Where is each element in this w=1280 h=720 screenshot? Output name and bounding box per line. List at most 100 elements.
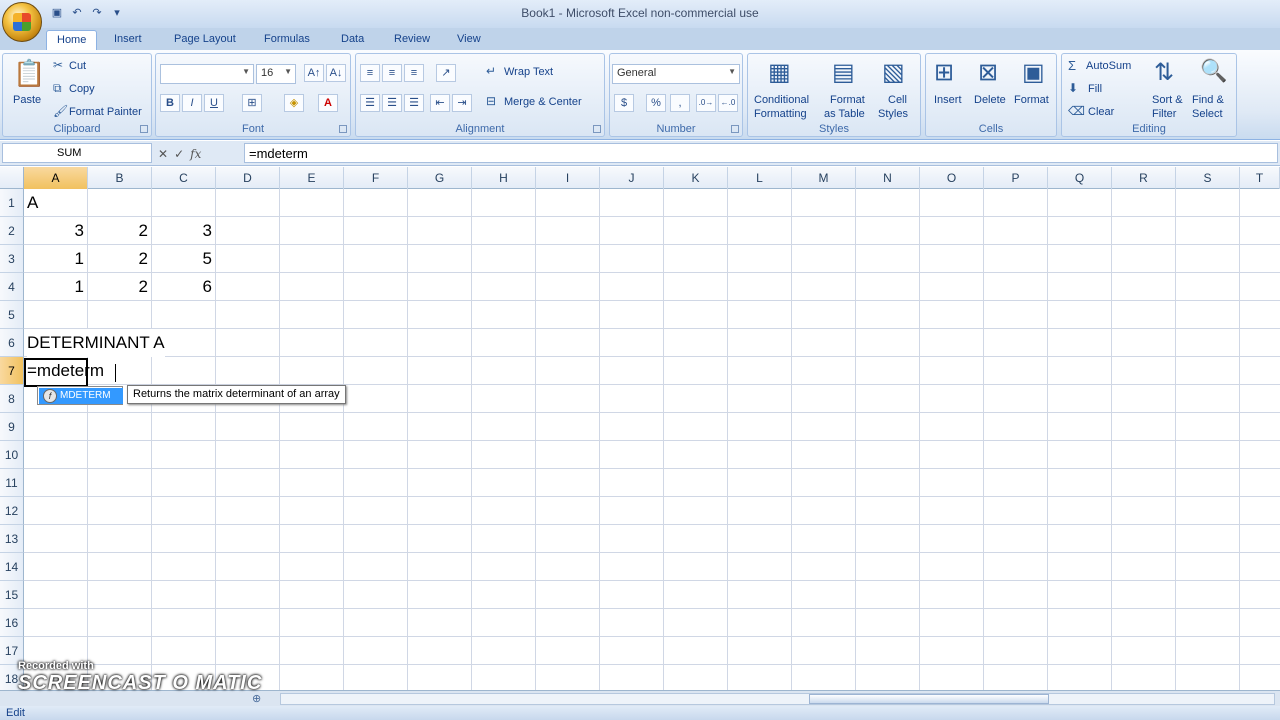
row-header-16[interactable]: 16 xyxy=(0,609,24,637)
tab-data[interactable]: Data xyxy=(331,30,374,50)
copy-button[interactable]: Copy xyxy=(69,83,95,95)
cell-a7[interactable]: =mdeterm xyxy=(27,357,104,385)
clipboard-launcher[interactable] xyxy=(140,125,148,133)
redo-icon[interactable]: ↷ xyxy=(90,6,104,20)
merge-center-button[interactable]: Merge & Center xyxy=(504,96,582,108)
row-header-15[interactable]: 15 xyxy=(0,581,24,609)
borders-button[interactable]: ⊞ xyxy=(242,94,262,112)
cell-a4[interactable]: 1 xyxy=(24,273,88,301)
cell-styles-label-1[interactable]: Cell xyxy=(888,94,907,106)
increase-decimal-button[interactable]: .0→ xyxy=(696,94,716,112)
tab-home[interactable]: Home xyxy=(46,30,98,50)
cell-c4[interactable]: 6 xyxy=(152,273,216,301)
format-cells-button[interactable]: Format xyxy=(1014,94,1049,106)
autocomplete-item-mdeterm[interactable]: f MDETERM xyxy=(39,388,123,404)
row-header-12[interactable]: 12 xyxy=(0,497,24,525)
column-header-h[interactable]: H xyxy=(472,167,536,189)
tab-view[interactable]: View xyxy=(447,30,491,50)
increase-indent-button[interactable]: ⇥ xyxy=(452,94,472,112)
conditional-formatting-label-1[interactable]: Conditional xyxy=(754,94,809,106)
number-launcher[interactable] xyxy=(731,125,739,133)
worksheet-grid[interactable]: A B C D E F G H I J K L M N O P Q R S T … xyxy=(0,167,1280,690)
delete-cells-button[interactable]: Delete xyxy=(974,94,1006,106)
column-header-c[interactable]: C xyxy=(152,167,216,189)
underline-button[interactable]: U xyxy=(204,94,224,112)
decrease-decimal-button[interactable]: ←.0 xyxy=(718,94,738,112)
save-icon[interactable]: ▣ xyxy=(50,6,64,20)
column-header-n[interactable]: N xyxy=(856,167,920,189)
select-all-corner[interactable] xyxy=(0,167,24,189)
paste-icon[interactable]: 📋 xyxy=(13,58,45,89)
insert-function-icon[interactable]: fx xyxy=(190,147,201,161)
row-header-14[interactable]: 14 xyxy=(0,553,24,581)
font-size-combo[interactable]: 16 ▼ xyxy=(256,64,296,84)
alignment-launcher[interactable] xyxy=(593,125,601,133)
column-header-k[interactable]: K xyxy=(664,167,728,189)
format-painter-button[interactable]: Format Painter xyxy=(69,106,142,118)
cell-a2[interactable]: 3 xyxy=(24,217,88,245)
column-header-q[interactable]: Q xyxy=(1048,167,1112,189)
autosum-button[interactable]: AutoSum xyxy=(1086,60,1131,72)
cell-b3[interactable]: 2 xyxy=(88,245,152,273)
row-header-5[interactable]: 5 xyxy=(0,301,24,329)
align-middle-button[interactable]: ≡ xyxy=(382,64,402,82)
shrink-font-button[interactable]: A↓ xyxy=(326,64,346,82)
align-center-button[interactable]: ☰ xyxy=(382,94,402,112)
row-header-13[interactable]: 13 xyxy=(0,525,24,553)
column-header-s[interactable]: S xyxy=(1176,167,1240,189)
cut-button[interactable]: Cut xyxy=(69,60,86,72)
office-button[interactable] xyxy=(2,2,42,42)
column-header-o[interactable]: O xyxy=(920,167,984,189)
italic-button[interactable]: I xyxy=(182,94,202,112)
cell-b2[interactable]: 2 xyxy=(88,217,152,245)
enter-icon[interactable]: ✓ xyxy=(174,147,184,161)
tab-formulas[interactable]: Formulas xyxy=(254,30,320,50)
column-header-f[interactable]: F xyxy=(344,167,408,189)
horizontal-scroll-thumb[interactable] xyxy=(809,694,1049,704)
cell-c2[interactable]: 3 xyxy=(152,217,216,245)
accounting-format-button[interactable]: $ xyxy=(614,94,634,112)
row-header-1[interactable]: 1 xyxy=(0,189,24,217)
column-header-b[interactable]: B xyxy=(88,167,152,189)
clear-button[interactable]: Clear xyxy=(1088,106,1114,118)
column-header-p[interactable]: P xyxy=(984,167,1048,189)
comma-button[interactable]: , xyxy=(670,94,690,112)
row-header-11[interactable]: 11 xyxy=(0,469,24,497)
sort-filter-label-2[interactable]: Filter xyxy=(1152,108,1176,120)
column-header-m[interactable]: M xyxy=(792,167,856,189)
column-header-e[interactable]: E xyxy=(280,167,344,189)
row-header-4[interactable]: 4 xyxy=(0,273,24,301)
font-name-combo[interactable]: ▼ xyxy=(160,64,254,84)
orientation-button[interactable]: ↗ xyxy=(436,64,456,82)
format-as-table-label-2[interactable]: as Table xyxy=(824,108,865,120)
font-color-button[interactable]: A xyxy=(318,94,338,112)
row-header-2[interactable]: 2 xyxy=(0,217,24,245)
tab-page-layout[interactable]: Page Layout xyxy=(164,30,246,50)
row-header-3[interactable]: 3 xyxy=(0,245,24,273)
sort-filter-label-1[interactable]: Sort & xyxy=(1152,94,1183,106)
name-box[interactable]: SUM xyxy=(2,143,152,163)
insert-cells-button[interactable]: Insert xyxy=(934,94,962,106)
cell-a6[interactable]: DETERMINANT A xyxy=(27,329,165,357)
column-header-l[interactable]: L xyxy=(728,167,792,189)
customize-toolbar-icon[interactable]: ▾ xyxy=(110,6,124,20)
formula-input[interactable]: =mdeterm xyxy=(244,143,1278,163)
column-header-d[interactable]: D xyxy=(216,167,280,189)
column-header-j[interactable]: J xyxy=(600,167,664,189)
row-header-7[interactable]: 7 xyxy=(0,357,24,385)
row-header-6[interactable]: 6 xyxy=(0,329,24,357)
column-header-i[interactable]: I xyxy=(536,167,600,189)
bold-button[interactable]: B xyxy=(160,94,180,112)
cell-b4[interactable]: 2 xyxy=(88,273,152,301)
align-right-button[interactable]: ☰ xyxy=(404,94,424,112)
decrease-indent-button[interactable]: ⇤ xyxy=(430,94,450,112)
row-header-8[interactable]: 8 xyxy=(0,385,24,413)
tab-insert[interactable]: Insert xyxy=(104,30,152,50)
align-left-button[interactable]: ☰ xyxy=(360,94,380,112)
font-launcher[interactable] xyxy=(339,125,347,133)
format-as-table-label-1[interactable]: Format xyxy=(830,94,865,106)
column-header-a[interactable]: A xyxy=(24,167,88,189)
cancel-icon[interactable]: ✕ xyxy=(158,147,168,161)
horizontal-scrollbar[interactable] xyxy=(280,693,1275,705)
row-header-9[interactable]: 9 xyxy=(0,413,24,441)
